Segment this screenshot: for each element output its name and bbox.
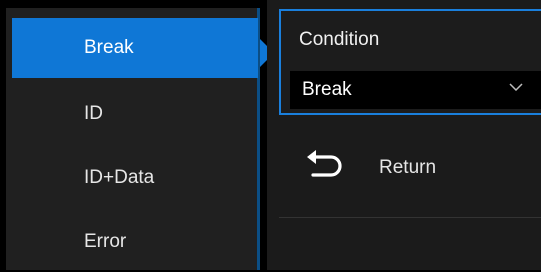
menu-divider [279,217,541,218]
list-item-label: Break [84,37,134,58]
condition-select[interactable]: Break [290,71,541,109]
list-item-label: ID [84,103,103,124]
chevron-down-icon [509,83,523,91]
softkey-menu-panel: Condition Break Return [267,0,541,270]
list-item-break[interactable]: Break [12,18,258,78]
return-arrow-icon [307,150,342,177]
trigger-condition-list: Break ID ID+Data Error [6,8,260,270]
condition-menu-item[interactable]: Condition Break [279,9,541,115]
return-label: Return [379,157,437,178]
list-item-error[interactable]: Error [12,212,258,272]
list-item-id-data[interactable]: ID+Data [12,148,258,208]
list-item-label: ID+Data [84,167,155,188]
condition-label: Condition [299,29,380,50]
list-item-label: Error [84,231,127,252]
condition-select-value: Break [302,79,352,100]
return-button[interactable]: Return [279,117,541,217]
list-item-id[interactable]: ID [12,84,258,144]
